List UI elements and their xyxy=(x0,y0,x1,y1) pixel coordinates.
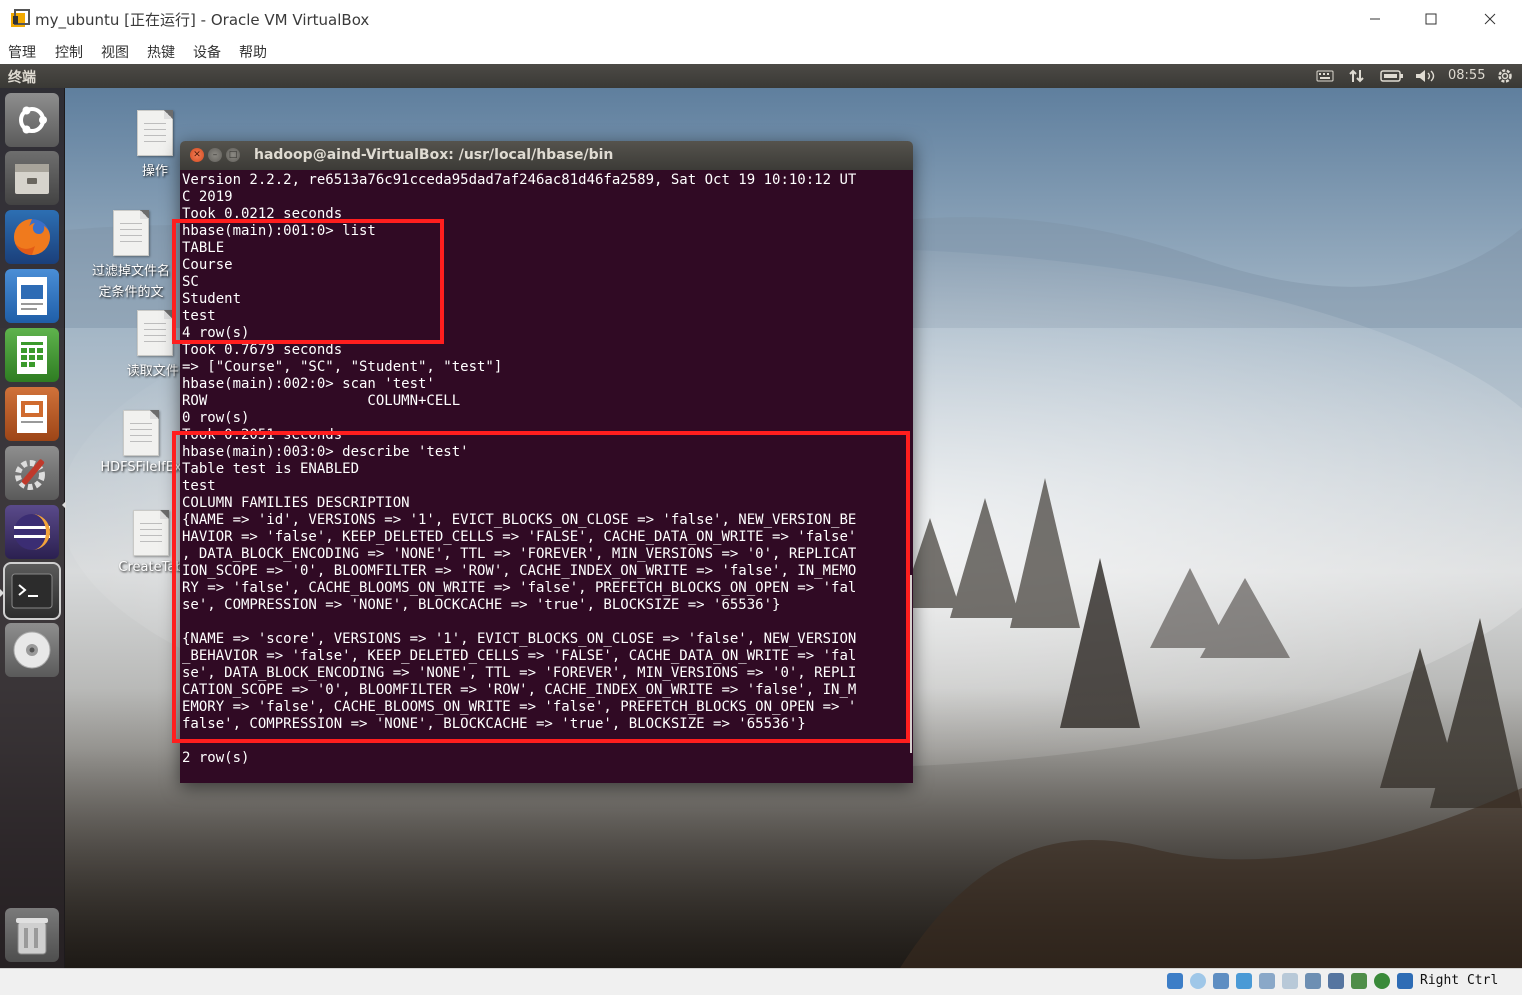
close-icon[interactable]: ✕ xyxy=(190,148,204,162)
host-key-arrow-icon[interactable] xyxy=(1397,973,1413,989)
menu-help[interactable]: 帮助 xyxy=(239,42,267,62)
desktop-file-label: 定条件的文 xyxy=(98,285,164,300)
display-icon[interactable] xyxy=(1305,973,1321,989)
settings-gear-icon[interactable] xyxy=(1496,67,1514,85)
menu-hotkey[interactable]: 热键 xyxy=(147,42,175,62)
menu-view[interactable]: 视图 xyxy=(101,42,129,62)
terminal-line: 0 row(s) xyxy=(182,410,250,426)
virtualbox-app-icon xyxy=(10,9,30,29)
network-adapter-icon[interactable] xyxy=(1236,973,1252,989)
launcher-running-indicator xyxy=(0,589,4,597)
impress-icon[interactable] xyxy=(5,387,59,441)
firefox-icon[interactable] xyxy=(5,210,59,264)
audio-icon[interactable] xyxy=(1213,973,1229,989)
dvd-icon[interactable] xyxy=(5,623,59,677)
document-icon xyxy=(123,410,159,456)
highlight-list-output xyxy=(172,219,444,344)
mouse-integration-icon[interactable] xyxy=(1374,973,1390,989)
vbox-statusbar: Right Ctrl xyxy=(0,968,1522,995)
menu-manage[interactable]: 管理 xyxy=(8,42,36,62)
menu-devices[interactable]: 设备 xyxy=(193,42,221,62)
keyboard-icon[interactable] xyxy=(1316,67,1334,85)
terminal-line: ROW COLUMN+CELL xyxy=(182,393,461,409)
vbox-menubar: 管理 控制 视图 热键 设备 帮助 xyxy=(0,38,1522,64)
battery-icon[interactable] xyxy=(1380,67,1404,85)
vbox-titlebar: my_ubuntu [正在运行] - Oracle VM VirtualBox xyxy=(0,0,1522,38)
terminal-line: 2 row(s) xyxy=(182,750,250,766)
clock[interactable]: 08:55 xyxy=(1448,68,1485,83)
close-icon[interactable] xyxy=(1467,4,1513,34)
launcher-active-indicator xyxy=(62,501,66,509)
optical-drive-icon[interactable] xyxy=(1190,973,1206,989)
terminal-line: hbase(main):002:0> scan 'test' xyxy=(182,376,435,392)
highlight-describe-output xyxy=(172,431,910,743)
terminal-line: C 2019 xyxy=(182,189,233,205)
document-icon xyxy=(137,110,173,156)
menu-control[interactable]: 控制 xyxy=(55,42,83,62)
document-icon xyxy=(113,210,149,256)
trash-icon[interactable] xyxy=(5,908,59,962)
minimize-icon[interactable] xyxy=(1352,4,1398,34)
window-title: my_ubuntu [正在运行] - Oracle VM VirtualBox xyxy=(35,11,370,29)
calc-icon[interactable] xyxy=(5,328,59,382)
terminal-scrollbar[interactable] xyxy=(910,575,912,753)
network-icon[interactable] xyxy=(1348,67,1366,85)
host-key-label: Right Ctrl xyxy=(1420,973,1499,988)
document-icon xyxy=(137,310,173,356)
terminal-titlebar[interactable]: ✕ – □ hadoop@aind-VirtualBox: /usr/local… xyxy=(180,141,913,170)
cpu-icon[interactable] xyxy=(1351,973,1367,989)
eclipse-icon[interactable] xyxy=(5,505,59,559)
unity-launcher xyxy=(0,88,65,968)
ubuntu-top-panel: 终端 08:55 xyxy=(0,64,1522,88)
active-app-name: 终端 xyxy=(8,70,36,86)
desktop-file-icon[interactable]: 过滤掉文件名 定条件的文 xyxy=(76,210,186,300)
terminal-line: Took 0.7679 seconds xyxy=(182,342,343,358)
system-settings-icon[interactable] xyxy=(5,446,59,500)
maximize-icon[interactable]: □ xyxy=(226,148,240,162)
recording-icon[interactable] xyxy=(1328,973,1344,989)
ubuntu-dash-icon[interactable] xyxy=(5,93,59,147)
volume-icon[interactable] xyxy=(1414,67,1436,85)
terminal-icon[interactable] xyxy=(3,562,61,620)
desktop-file-label: 过滤掉文件名 xyxy=(91,264,170,279)
maximize-icon[interactable] xyxy=(1408,4,1454,34)
harddisk-icon[interactable] xyxy=(1167,973,1183,989)
usb-icon[interactable] xyxy=(1259,973,1275,989)
shared-folders-icon[interactable] xyxy=(1282,973,1298,989)
terminal-line: => ["Course", "SC", "Student", "test"] xyxy=(182,359,503,375)
terminal-title: hadoop@aind-VirtualBox: /usr/local/hbase… xyxy=(254,147,614,163)
terminal-line: Version 2.2.2, re6513a76c91cceda95dad7af… xyxy=(182,172,857,188)
document-icon xyxy=(133,510,169,556)
files-icon[interactable] xyxy=(5,151,59,205)
minimize-icon[interactable]: – xyxy=(208,148,222,162)
writer-icon[interactable] xyxy=(5,269,59,323)
